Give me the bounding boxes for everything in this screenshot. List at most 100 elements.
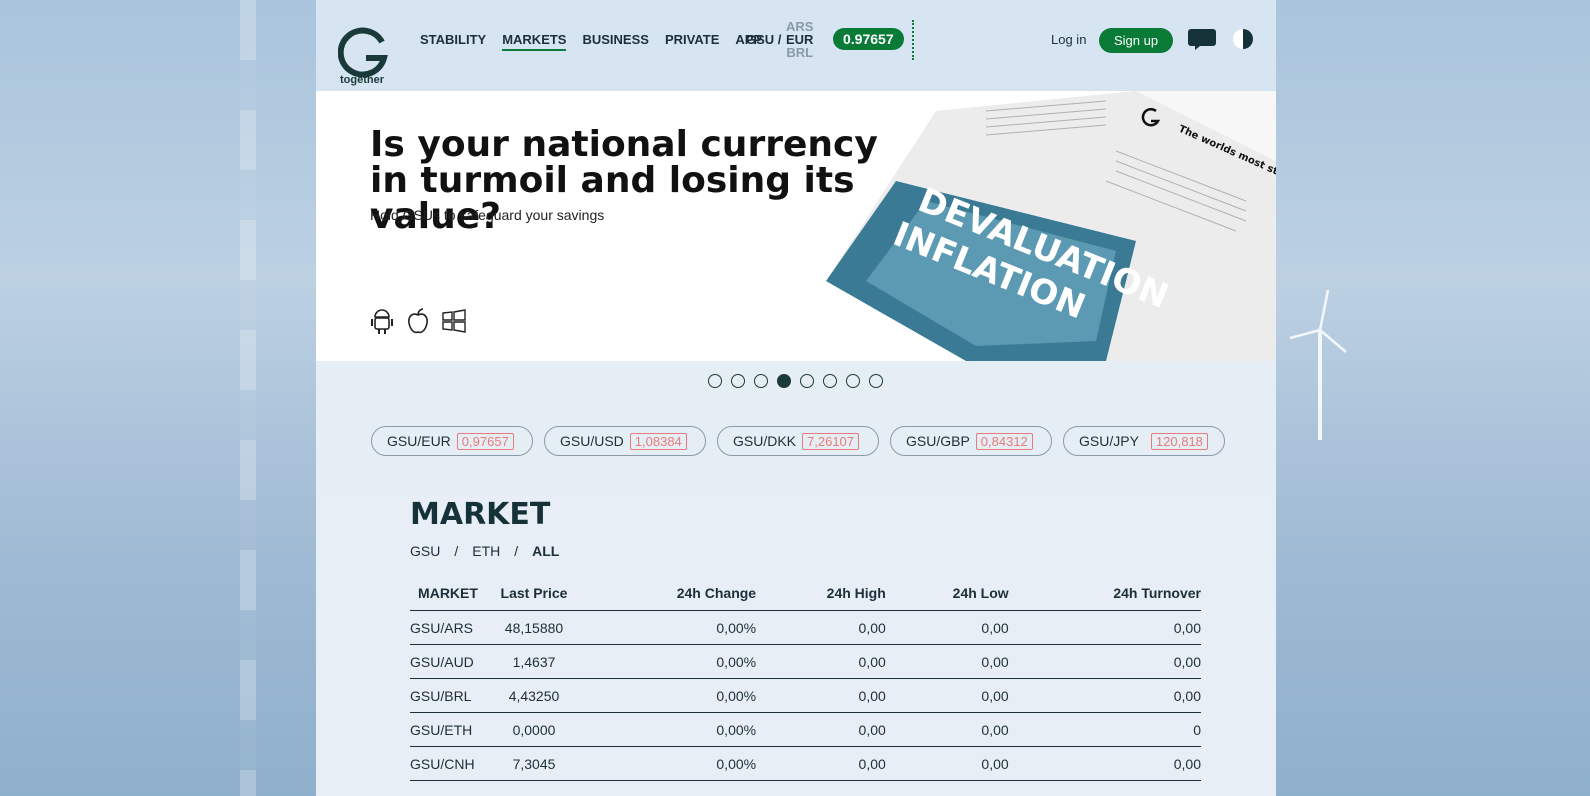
table-row[interactable]: GSU/AUD 1,4637 0,00% 0,00 0,00 0,00 [410,644,1201,679]
table-cell: 0,00 [1008,678,1201,713]
newspaper-image: DEVALUATION INFLATION The worlds most st… [826,91,1276,361]
carousel-dot[interactable] [846,374,860,388]
table-row[interactable]: GSU/ETH 0,0000 0,00% 0,00 0,00 0 [410,712,1201,747]
filter-separator: / [454,543,459,559]
signup-button[interactable]: Sign up [1099,28,1174,53]
table-cell: 0,00% [582,644,757,679]
table-cell: 0,00% [582,610,757,645]
chip-pair: GSU/EUR [387,433,451,449]
rate-chip-gbp[interactable]: GSU/GBP 0,84312 [890,426,1052,456]
chip-value: 7,26107 [802,432,860,450]
table-cell: 0,00 [756,746,886,781]
table-header-row: MARKET Last Price 24h Change 24h High 24… [410,577,1201,611]
currency-selector[interactable]: ARS EUR BRL [786,20,813,59]
table-cell: 0,00 [885,712,1009,747]
chip-value: 0,84312 [975,432,1033,450]
chip-pair: GSU/USD [560,433,624,449]
table-cell: 0,00 [756,644,886,679]
market-filters: GSU / ETH / ALL [410,543,559,559]
filter-gsu[interactable]: GSU [410,543,440,559]
table-cell: 0,0000 [486,712,582,747]
market-table: MARKET Last Price 24h Change 24h High 24… [410,577,1201,781]
market-title: MARKET [410,497,551,532]
col-last-price[interactable]: Last Price [486,577,582,611]
rate-chip-eur[interactable]: GSU/EUR 0,97657 [371,426,533,456]
hero-banner: Is your national currency in turmoil and… [316,91,1276,361]
col-24h-change[interactable]: 24h Change [582,577,757,611]
chat-icon[interactable] [1187,28,1217,50]
table-cell: 0,00 [756,610,886,645]
table-cell: 0,00 [885,678,1009,713]
chip-value: 120,818 [1150,432,1208,450]
carousel-dot[interactable] [777,374,791,388]
table-row[interactable]: GSU/CNH 7,3045 0,00% 0,00 0,00 0,00 [410,746,1201,781]
table-cell: 0,00 [1008,610,1201,645]
windows-icon[interactable] [442,307,466,335]
col-market[interactable]: MARKET [410,577,486,611]
table-cell: GSU/ETH [410,712,486,747]
header: together STABILITY MARKETS BUSINESS PRIV… [316,0,1276,91]
chip-pair: GSU/DKK [733,433,797,449]
col-24h-low[interactable]: 24h Low [885,577,1009,611]
app-store-icons [370,307,466,335]
rate-chips: GSU/EUR 0,97657 GSU/USD 1,08384 GSU/DKK … [371,426,1225,456]
login-link[interactable]: Log in [1051,32,1086,47]
carousel-dot[interactable] [869,374,883,388]
table-cell: 0,00 [1008,644,1201,679]
filter-separator: / [514,543,519,559]
nav-stability[interactable]: STABILITY [420,32,486,51]
table-row[interactable]: GSU/BRL 4,43250 0,00% 0,00 0,00 0,00 [410,678,1201,713]
apple-icon[interactable] [406,307,430,335]
table-cell: GSU/BRL [410,678,486,713]
hero-title-line1: Is your national currency [370,124,878,165]
carousel-dot[interactable] [800,374,814,388]
table-cell: 0,00 [756,678,886,713]
rate-chip-dkk[interactable]: GSU/DKK 7,26107 [717,426,879,456]
divider [912,20,914,60]
market-section: MARKET GSU / ETH / ALL MARKET Last Price… [316,491,1276,796]
table-cell: 7,3045 [486,746,582,781]
table-cell: 1,4637 [486,644,582,679]
table-cell: 0,00 [756,712,886,747]
table-cell: GSU/CNH [410,746,486,781]
col-24h-high[interactable]: 24h High [756,577,886,611]
table-row[interactable]: GSU/ARS 48,15880 0,00% 0,00 0,00 0,00 [410,610,1201,645]
table-cell: 0,00% [582,712,757,747]
nav-business[interactable]: BUSINESS [582,32,648,51]
table-cell: 0,00 [885,746,1009,781]
table-cell: GSU/AUD [410,644,486,679]
table-cell: 0,00 [885,644,1009,679]
chip-value: 1,08384 [629,432,687,450]
hero-subtitle: Hold GSUs to safeguard your savings [370,207,605,223]
table-cell: 0,00% [582,678,757,713]
table-cell: 0,00 [1008,746,1201,781]
wind-turbine-image [1290,290,1347,440]
main-nav: STABILITY MARKETS BUSINESS PRIVATE APP [420,32,762,51]
carousel-dots [708,374,883,388]
filter-all[interactable]: ALL [532,543,559,559]
filter-eth[interactable]: ETH [472,543,500,559]
logo-text: together [340,74,384,86]
table-cell: GSU/ARS [410,610,486,645]
table-cell: 0,00 [885,610,1009,645]
table-cell: 4,43250 [486,678,582,713]
carousel-dot[interactable] [731,374,745,388]
carousel-dot[interactable] [823,374,837,388]
chip-pair: GSU/JPY [1079,433,1139,449]
carousel-dot[interactable] [754,374,768,388]
contrast-toggle-icon[interactable] [1232,28,1254,50]
page: together STABILITY MARKETS BUSINESS PRIV… [316,0,1276,796]
carousel-dot[interactable] [708,374,722,388]
gsu-label: GSU / [746,32,782,47]
nav-private[interactable]: PRIVATE [665,32,719,51]
rate-chip-usd[interactable]: GSU/USD 1,08384 [544,426,706,456]
hero-title-line2: in turmoil and losing its value? [370,160,855,237]
android-icon[interactable] [370,307,394,335]
table-cell: 48,15880 [486,610,582,645]
col-24h-turnover[interactable]: 24h Turnover [1008,577,1201,611]
rate-badge: 0.97657 [833,28,904,50]
currency-option-brl[interactable]: BRL [786,46,813,59]
rate-chip-jpy[interactable]: GSU/JPY 120,818 [1063,426,1225,456]
table-cell: 0,00% [582,746,757,781]
nav-markets[interactable]: MARKETS [502,32,567,51]
